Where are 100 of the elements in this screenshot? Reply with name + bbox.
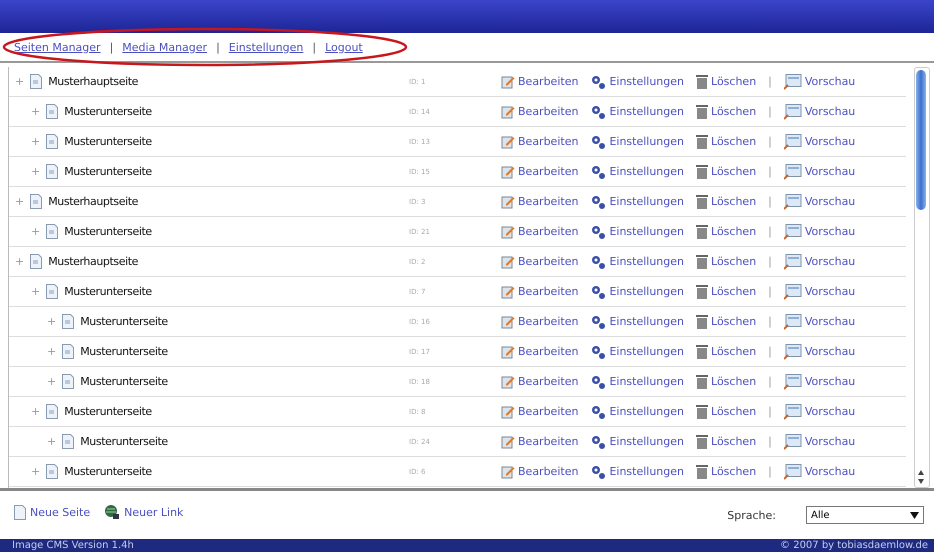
delete-link[interactable]: Löschen: [696, 374, 756, 389]
delete-link[interactable]: Löschen: [696, 74, 756, 89]
preview-link[interactable]: Vorschau: [784, 254, 856, 270]
edit-link[interactable]: Bearbeiten: [501, 404, 578, 418]
edit-link[interactable]: Bearbeiten: [501, 134, 578, 148]
edit-link[interactable]: Bearbeiten: [501, 224, 578, 238]
trash-icon: [696, 404, 708, 419]
edit-link[interactable]: Bearbeiten: [501, 164, 578, 178]
page-title[interactable]: Musterunterseite: [64, 285, 152, 298]
gears-icon: [590, 254, 606, 270]
settings-link[interactable]: Einstellungen: [590, 464, 684, 480]
settings-link[interactable]: Einstellungen: [590, 404, 684, 420]
settings-link[interactable]: Einstellungen: [590, 434, 684, 450]
globe-icon: [104, 504, 120, 520]
delete-link[interactable]: Löschen: [696, 254, 756, 269]
scrollbar[interactable]: [914, 67, 930, 488]
trash-icon: [696, 134, 708, 149]
delete-link[interactable]: Löschen: [696, 464, 756, 479]
edit-link[interactable]: Bearbeiten: [501, 314, 578, 328]
gears-icon: [590, 164, 606, 180]
delete-link[interactable]: Löschen: [696, 104, 756, 119]
scroll-thumb[interactable]: [916, 70, 926, 210]
preview-link[interactable]: Vorschau: [784, 134, 856, 150]
preview-link[interactable]: Vorschau: [784, 224, 856, 240]
preview-link[interactable]: Vorschau: [784, 194, 856, 210]
trash-icon: [696, 344, 708, 359]
settings-link[interactable]: Einstellungen: [590, 374, 684, 390]
trash-icon: [696, 464, 708, 479]
settings-link[interactable]: Einstellungen: [590, 134, 684, 150]
preview-link[interactable]: Vorschau: [784, 74, 856, 90]
settings-link[interactable]: Einstellungen: [590, 224, 684, 240]
delete-link[interactable]: Löschen: [696, 404, 756, 419]
page-title[interactable]: Musterunterseite: [80, 315, 168, 328]
page-title[interactable]: Musterhauptseite: [48, 195, 138, 208]
page-title[interactable]: Musterunterseite: [80, 435, 168, 448]
settings-link[interactable]: Einstellungen: [590, 104, 684, 120]
settings-link[interactable]: Einstellungen: [590, 284, 684, 300]
preview-link[interactable]: Vorschau: [784, 434, 856, 450]
preview-link[interactable]: Vorschau: [784, 464, 856, 480]
gears-icon: [590, 404, 606, 420]
page-title[interactable]: Musterunterseite: [80, 345, 168, 358]
preview-link[interactable]: Vorschau: [784, 374, 856, 390]
edit-link[interactable]: Bearbeiten: [501, 74, 578, 88]
settings-link[interactable]: Einstellungen: [590, 254, 684, 270]
delete-link[interactable]: Löschen: [696, 224, 756, 239]
new-link-link[interactable]: Neuer Link: [104, 504, 184, 520]
page-title[interactable]: Musterunterseite: [80, 375, 168, 388]
gears-icon: [590, 434, 606, 450]
language-dropdown[interactable]: Alle: [806, 506, 924, 524]
page-icon: [46, 464, 58, 479]
edit-icon: [501, 194, 515, 208]
preview-link[interactable]: Vorschau: [784, 404, 856, 420]
edit-link[interactable]: Bearbeiten: [501, 434, 578, 448]
delete-link[interactable]: Löschen: [696, 434, 756, 449]
page-title[interactable]: Musterunterseite: [64, 465, 152, 478]
gears-icon: [590, 74, 606, 90]
settings-link[interactable]: Einstellungen: [590, 314, 684, 330]
page-title[interactable]: Musterunterseite: [64, 225, 152, 238]
edit-link[interactable]: Bearbeiten: [501, 284, 578, 298]
nav-link[interactable]: Media Manager: [122, 40, 208, 54]
settings-link[interactable]: Einstellungen: [590, 344, 684, 360]
delete-link[interactable]: Löschen: [696, 134, 756, 149]
edit-icon: [501, 134, 515, 148]
edit-link[interactable]: Bearbeiten: [501, 254, 578, 268]
edit-link[interactable]: Bearbeiten: [501, 344, 578, 358]
delete-link[interactable]: Löschen: [696, 194, 756, 209]
delete-link[interactable]: Löschen: [696, 314, 756, 329]
delete-link[interactable]: Löschen: [696, 164, 756, 179]
nav-link[interactable]: Einstellungen: [228, 40, 304, 54]
separator: |: [768, 75, 772, 88]
page-title[interactable]: Musterhauptseite: [48, 255, 138, 268]
nav-link[interactable]: Logout: [325, 40, 363, 54]
preview-icon: [784, 344, 802, 360]
edit-link[interactable]: Bearbeiten: [501, 464, 578, 478]
delete-link[interactable]: Löschen: [696, 344, 756, 359]
scroll-arrows-icon[interactable]: [917, 469, 925, 485]
edit-link[interactable]: Bearbeiten: [501, 104, 578, 118]
nav-link[interactable]: Seiten Manager: [14, 40, 101, 54]
preview-link[interactable]: Vorschau: [784, 164, 856, 180]
delete-link[interactable]: Löschen: [696, 284, 756, 299]
settings-link[interactable]: Einstellungen: [590, 74, 684, 90]
settings-link[interactable]: Einstellungen: [590, 164, 684, 180]
new-page-link[interactable]: Neue Seite: [14, 504, 90, 520]
page-title[interactable]: Musterhauptseite: [48, 75, 138, 88]
preview-link[interactable]: Vorschau: [784, 314, 856, 330]
edit-link[interactable]: Bearbeiten: [501, 374, 578, 388]
page-title[interactable]: Musterunterseite: [64, 135, 152, 148]
page-title[interactable]: Musterunterseite: [64, 405, 152, 418]
page-icon: [62, 434, 74, 449]
edit-icon: [501, 254, 515, 268]
preview-link[interactable]: Vorschau: [784, 344, 856, 360]
page-title[interactable]: Musterunterseite: [64, 105, 152, 118]
gears-icon: [590, 344, 606, 360]
edit-link[interactable]: Bearbeiten: [501, 194, 578, 208]
page-title[interactable]: Musterunterseite: [64, 165, 152, 178]
gears-icon: [590, 224, 606, 240]
preview-icon: [784, 314, 802, 330]
preview-link[interactable]: Vorschau: [784, 104, 856, 120]
preview-link[interactable]: Vorschau: [784, 284, 856, 300]
settings-link[interactable]: Einstellungen: [590, 194, 684, 210]
